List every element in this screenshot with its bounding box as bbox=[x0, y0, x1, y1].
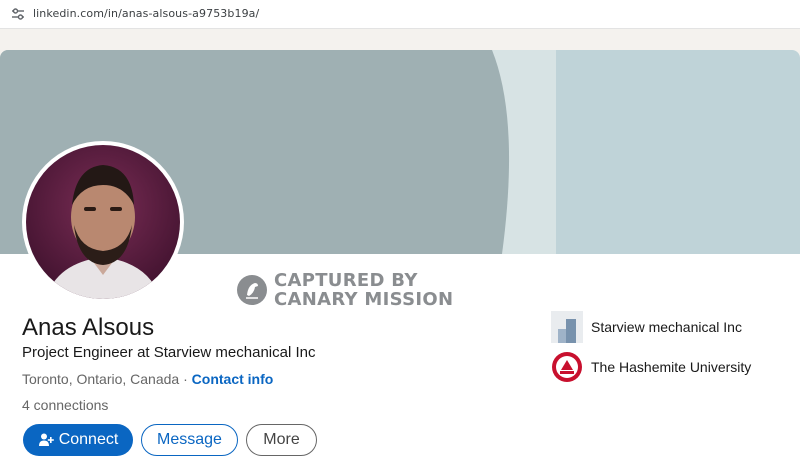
address-bar[interactable]: linkedin.com/in/anas-alsous-a9753b19a/ bbox=[0, 0, 800, 29]
location-text: Toronto, Ontario, Canada bbox=[22, 371, 180, 387]
message-label: Message bbox=[157, 431, 222, 448]
profile-headline: Project Engineer at Starview mechanical … bbox=[22, 344, 316, 361]
tune-icon[interactable] bbox=[11, 7, 25, 21]
message-button[interactable]: Message bbox=[141, 424, 238, 456]
more-button[interactable]: More bbox=[246, 424, 317, 456]
separator-dot: · bbox=[179, 371, 192, 387]
company-name: Starview mechanical Inc bbox=[591, 319, 742, 335]
connections-count[interactable]: 4 connections bbox=[22, 397, 108, 413]
profile-name: Anas Alsous bbox=[22, 314, 155, 341]
add-person-icon bbox=[38, 433, 54, 446]
watermark-line-2: CANARY MISSION bbox=[274, 289, 454, 310]
watermark: CAPTURED BY CANARY MISSION bbox=[236, 270, 456, 310]
contact-info-link[interactable]: Contact info bbox=[192, 371, 274, 387]
university-logo-icon bbox=[552, 352, 582, 382]
company-logo-icon bbox=[551, 311, 583, 343]
profile-photo[interactable] bbox=[22, 141, 184, 303]
more-label: More bbox=[263, 431, 300, 448]
profile-card: CAPTURED BY CANARY MISSION Anas Alsous P… bbox=[0, 50, 800, 473]
education-school[interactable]: The Hashemite University bbox=[551, 351, 751, 383]
current-company[interactable]: Starview mechanical Inc bbox=[551, 311, 742, 343]
watermark-line-1: CAPTURED BY bbox=[274, 270, 418, 291]
connect-label: Connect bbox=[58, 431, 119, 448]
school-name: The Hashemite University bbox=[591, 359, 752, 375]
connect-button[interactable]: Connect bbox=[23, 424, 133, 456]
canary-logo-icon bbox=[237, 275, 267, 305]
location-row: Toronto, Ontario, Canada · Contact info bbox=[22, 371, 273, 387]
url-text[interactable]: linkedin.com/in/anas-alsous-a9753b19a/ bbox=[33, 7, 259, 20]
